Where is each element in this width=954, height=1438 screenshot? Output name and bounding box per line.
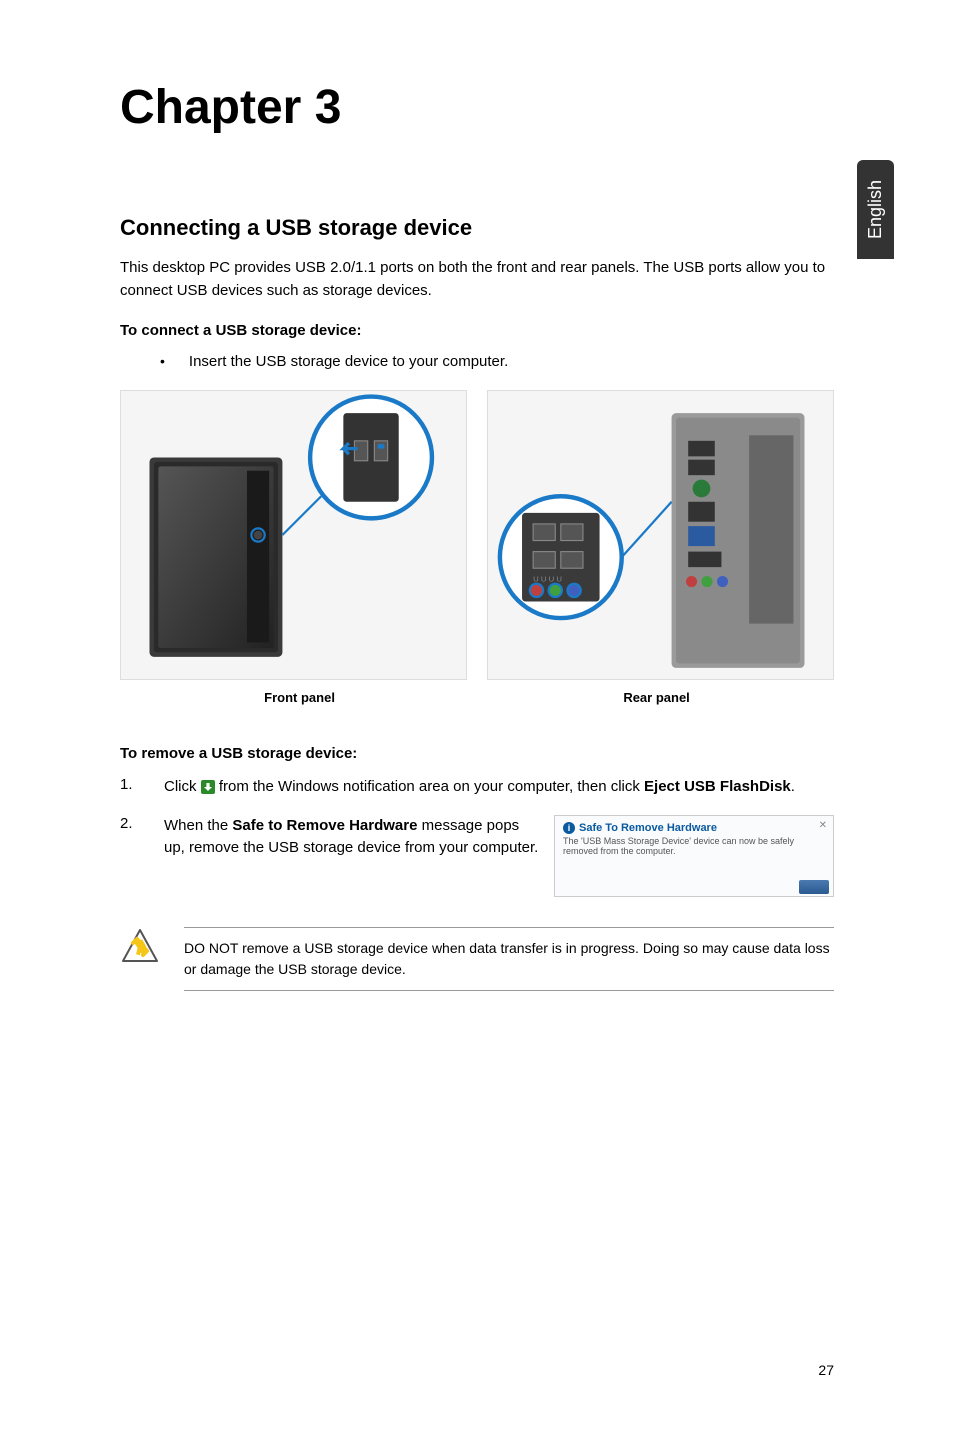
- page-number: 27: [818, 1362, 834, 1378]
- info-icon: i: [563, 822, 575, 834]
- section-intro: This desktop PC provides USB 2.0/1.1 por…: [120, 257, 834, 302]
- step1-bold: Eject USB FlashDisk: [644, 778, 791, 795]
- step2-bold: Safe to Remove Hardware: [232, 817, 417, 834]
- page-content: Chapter 3 Connecting a USB storage devic…: [0, 0, 954, 1031]
- step1-post: from the Windows notification area on yo…: [219, 778, 644, 795]
- notification-title: Safe To Remove Hardware: [579, 822, 717, 834]
- rear-panel-image: U U U U: [487, 390, 834, 680]
- usb-tray-icon: [201, 780, 215, 794]
- front-caption: Front panel: [264, 690, 335, 705]
- step2-pre: When the: [164, 817, 232, 834]
- step-1: 1. Click from the Windows notification a…: [120, 776, 834, 799]
- step-number-1: 1.: [120, 776, 164, 799]
- remove-heading: To remove a USB storage device:: [120, 745, 834, 762]
- rear-caption: Rear panel: [623, 690, 689, 705]
- bullet-dot: •: [160, 353, 165, 370]
- image-row: U U U U: [120, 390, 834, 680]
- connect-bullet-row: • Insert the USB storage device to your …: [160, 353, 834, 370]
- rear-panel-illustration: U U U U: [488, 391, 833, 679]
- warning-box: DO NOT remove a USB storage device when …: [120, 927, 834, 991]
- notification-tray-icon: [799, 880, 829, 894]
- notification-popup: ✕ i Safe To Remove Hardware The 'USB Mas…: [554, 815, 834, 897]
- notification-close-icons: ✕: [819, 820, 827, 831]
- warning-text: DO NOT remove a USB storage device when …: [184, 927, 834, 991]
- step-2-text: When the Safe to Remove Hardware message…: [164, 815, 542, 897]
- notification-body: The 'USB Mass Storage Device' device can…: [563, 836, 825, 856]
- caption-row: Front panel Rear panel: [120, 690, 834, 705]
- chapter-title: Chapter 3: [120, 80, 834, 135]
- section-title: Connecting a USB storage device: [120, 215, 834, 241]
- step1-end: .: [791, 778, 795, 795]
- svg-text:U U U U: U U U U: [533, 575, 562, 584]
- front-panel-illustration: [121, 391, 466, 679]
- connect-bullet-text: Insert the USB storage device to your co…: [189, 353, 508, 370]
- step-number-2: 2.: [120, 815, 164, 897]
- front-panel-image: [120, 390, 467, 680]
- notification-title-row: i Safe To Remove Hardware: [563, 822, 825, 834]
- language-tab: English: [857, 160, 894, 259]
- step-2: 2. When the Safe to Remove Hardware mess…: [120, 815, 834, 897]
- warning-icon: [120, 927, 160, 967]
- step1-pre: Click: [164, 778, 201, 795]
- step-1-text: Click from the Windows notification area…: [164, 776, 834, 799]
- connect-heading: To connect a USB storage device:: [120, 322, 834, 339]
